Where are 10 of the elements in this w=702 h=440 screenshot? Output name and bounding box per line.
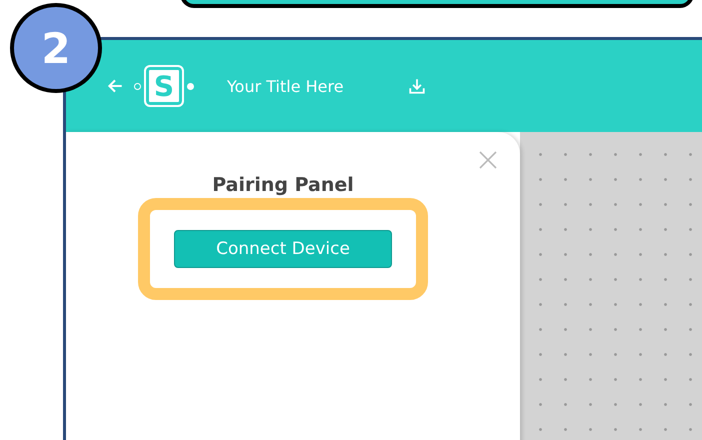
- project-title[interactable]: Your Title Here: [227, 76, 344, 96]
- connector-dot-icon: [187, 82, 194, 90]
- close-icon[interactable]: [478, 150, 498, 170]
- connect-device-button[interactable]: Connect Device: [174, 230, 392, 268]
- back-arrow-icon[interactable]: [106, 77, 124, 95]
- logo: S: [144, 65, 184, 107]
- panel-title: Pairing Panel: [212, 174, 354, 196]
- step-badge: 2: [10, 3, 102, 93]
- download-icon[interactable]: [408, 77, 426, 95]
- connector-dot-icon: [134, 82, 141, 90]
